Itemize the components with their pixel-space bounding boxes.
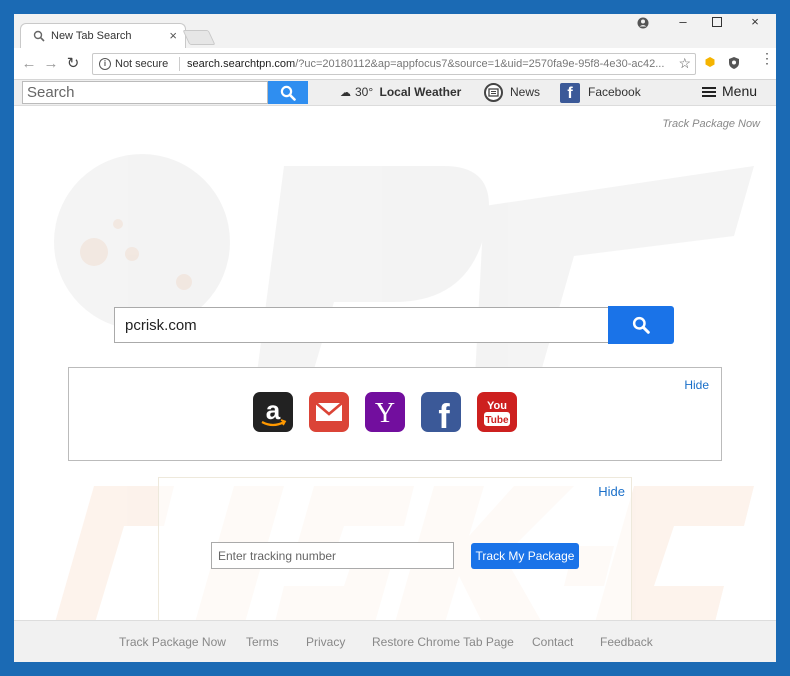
footer-link-restore-chrome[interactable]: Restore Chrome Tab Page	[372, 635, 514, 649]
track-my-package-button[interactable]: Track My Package	[471, 543, 579, 569]
facebook-icon[interactable]: f	[560, 83, 580, 103]
weather-label: Local Weather	[379, 85, 462, 99]
page-body: Track Package Now Hide a Y f	[14, 106, 776, 662]
address-bar[interactable]: i Not secure search.searchtpn.com/?uc=20…	[92, 53, 696, 75]
main-search-button[interactable]	[608, 306, 674, 344]
menu-label: Menu	[722, 83, 758, 99]
browser-menu-icon[interactable]: ⋮	[760, 51, 774, 65]
title-bar: New Tab Search × – ×	[14, 14, 776, 48]
svg-text:a: a	[266, 395, 281, 425]
svg-text:Y: Y	[375, 398, 395, 429]
yahoo-icon[interactable]: Y	[365, 392, 405, 432]
back-icon[interactable]: ←	[20, 55, 38, 73]
tracker-hide-link[interactable]: Hide	[598, 484, 625, 499]
svg-text:f: f	[438, 398, 450, 432]
browser-toolbar: ← → ↻ i Not secure search.searchtpn.com/…	[14, 48, 776, 80]
info-icon[interactable]: i	[99, 58, 111, 70]
reload-icon[interactable]: ↻	[64, 55, 82, 73]
main-search-input[interactable]	[115, 308, 609, 342]
search-icon	[33, 30, 45, 42]
weather-temp: 30°	[355, 85, 374, 99]
news-link[interactable]: News	[510, 85, 540, 99]
svg-text:You: You	[487, 400, 507, 412]
extension-hex-icon[interactable]	[702, 56, 718, 72]
forward-icon[interactable]: →	[42, 55, 60, 73]
shortcuts-hide-link[interactable]: Hide	[684, 378, 709, 392]
close-icon[interactable]: ×	[169, 28, 177, 43]
close-window-icon[interactable]: ×	[746, 14, 764, 29]
track-package-link[interactable]: Track Package Now	[662, 118, 760, 130]
site-top-bar: ☁ 30° Local Weather News f Facebook Menu	[14, 80, 776, 106]
weather-widget[interactable]: ☁ 30° Local Weather	[340, 85, 461, 99]
shield-extension-icon[interactable]	[726, 56, 742, 72]
facebook-shortcut-icon[interactable]: f	[421, 392, 461, 436]
top-search-button[interactable]	[268, 81, 308, 104]
minimize-icon[interactable]: –	[674, 14, 692, 29]
bookmark-star-icon[interactable]: ☆	[678, 55, 691, 72]
tab-title: New Tab Search	[51, 30, 132, 42]
svg-text:Tube: Tube	[485, 415, 509, 426]
url-text[interactable]: search.searchtpn.com/?uc=20180112&ap=app…	[187, 58, 677, 70]
tab-new-tab-search[interactable]: New Tab Search ×	[20, 23, 186, 48]
divider	[179, 57, 180, 71]
footer-link-terms[interactable]: Terms	[246, 635, 279, 649]
hamburger-icon	[702, 85, 716, 99]
url-path: /?uc=20180112&ap=appfocus7&source=1&uid=…	[295, 58, 665, 70]
search-icon	[632, 316, 650, 334]
menu-button[interactable]: Menu	[702, 83, 757, 99]
news-icon[interactable]	[484, 83, 503, 102]
top-search-input[interactable]	[23, 82, 267, 103]
cloud-icon: ☁	[340, 87, 351, 99]
tracking-number-field[interactable]	[211, 542, 454, 569]
footer-link-feedback[interactable]: Feedback	[600, 635, 653, 649]
amazon-icon[interactable]: a	[253, 392, 293, 432]
top-search-field[interactable]	[22, 81, 268, 104]
gmail-icon[interactable]	[309, 392, 349, 432]
security-label: Not secure	[115, 58, 169, 70]
profile-icon[interactable]	[634, 17, 652, 32]
shortcuts-panel: Hide a Y f You Tube	[68, 367, 722, 461]
footer-link-track-package[interactable]: Track Package Now	[119, 635, 226, 649]
footer-link-contact[interactable]: Contact	[532, 635, 573, 649]
facebook-link[interactable]: Facebook	[588, 85, 641, 99]
maximize-icon[interactable]	[708, 15, 726, 30]
browser-window: New Tab Search × – × ← → ↻ i Not secure …	[14, 14, 776, 662]
tracking-number-input[interactable]	[212, 543, 453, 568]
footer-link-privacy[interactable]: Privacy	[306, 635, 345, 649]
search-icon	[280, 85, 296, 101]
main-search-field[interactable]	[114, 307, 610, 343]
url-host: search.searchtpn.com	[187, 58, 296, 70]
footer: Track Package Now Terms Privacy Restore …	[14, 620, 776, 662]
new-tab-button[interactable]	[182, 30, 216, 45]
youtube-icon[interactable]: You Tube	[477, 392, 517, 432]
